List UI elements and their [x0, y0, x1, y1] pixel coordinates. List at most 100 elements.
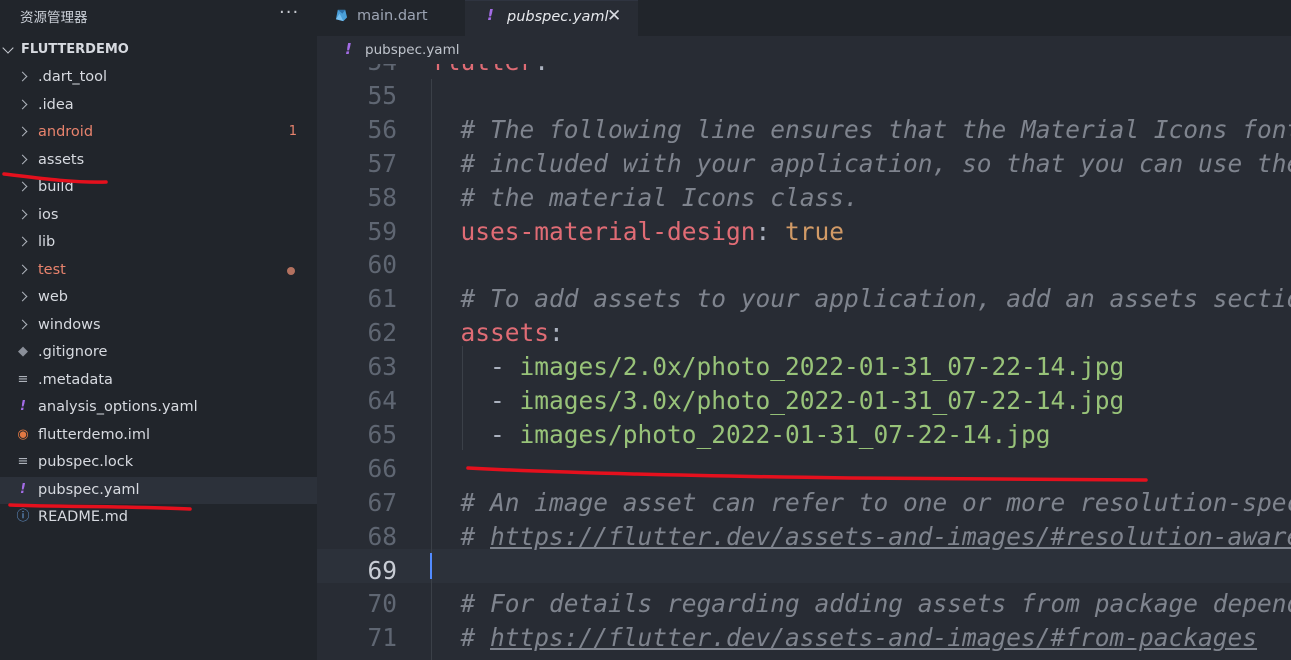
code-line: 61 # To add assets to your application, …	[317, 282, 1291, 316]
more-actions-icon[interactable]: ···	[279, 2, 299, 23]
tree-item-label: ios	[38, 206, 59, 223]
code-token: https://flutter.dev/assets-and-images/#f…	[490, 623, 1258, 653]
code-line: 69	[317, 554, 1291, 588]
tab-label: pubspec.yaml	[507, 9, 609, 25]
tree-item-label: flutterdemo.iml	[38, 426, 150, 443]
code-text: # For details regarding adding assets fr…	[431, 587, 1291, 621]
code-token: # An image asset can refer to one or mor…	[460, 487, 1291, 517]
yaml-icon: !	[20, 399, 26, 414]
line-number: 65	[367, 419, 397, 449]
code-text: - images/2.0x/photo_2022-01-31_07-22-14.…	[431, 350, 1124, 384]
chevron-right-icon	[17, 264, 28, 274]
line-number: 69	[367, 555, 397, 585]
tree-item-lib[interactable]: lib	[0, 229, 317, 257]
tree-item-test[interactable]: test	[0, 257, 317, 285]
line-number: 62	[367, 318, 397, 348]
tab-pubspec-yaml[interactable]: ! pubspec.yaml ✕	[465, 0, 638, 37]
tree-item-label: .idea	[38, 96, 74, 113]
code-token: # The following line ensures that the Ma…	[431, 114, 1291, 144]
tree-item-flutterdemo-iml[interactable]: ◉ flutterdemo.iml	[0, 422, 317, 450]
tree-item-assets[interactable]: assets	[0, 147, 317, 175]
code-line: 57 # included with your application, so …	[317, 147, 1291, 181]
code-text: # included with your application, so tha…	[431, 147, 1291, 181]
code-line: 68 # https://flutter.dev/assets-and-imag…	[317, 520, 1291, 554]
code-token: -	[431, 419, 520, 449]
tree-item-android[interactable]: android 1	[0, 119, 317, 147]
tab-label: main.dart	[357, 8, 428, 24]
chevron-right-icon	[17, 99, 28, 109]
tab-main-dart[interactable]: main.dart	[317, 0, 465, 36]
chevron-right-icon	[17, 154, 28, 164]
tree-item-analysis-options-yaml[interactable]: ! analysis_options.yaml	[0, 394, 317, 422]
line-number: 54	[317, 64, 397, 79]
line-number: 67	[367, 487, 397, 517]
code-line: 65 - images/photo_2022-01-31_07-22-14.jp…	[317, 418, 1291, 452]
code-line: 71 # https://flutter.dev/assets-and-imag…	[317, 621, 1291, 655]
line-number: 56	[367, 114, 397, 144]
tree-item-label: .dart_tool	[38, 69, 108, 85]
tree-item-label: pubspec.lock	[38, 454, 134, 470]
tree-item-idea[interactable]: .idea	[0, 92, 317, 120]
code-token: # For details regarding adding assets fr…	[460, 589, 1291, 619]
tree-item-windows[interactable]: windows	[0, 312, 317, 340]
code-text: assets:	[431, 316, 564, 350]
line-number: 58	[367, 182, 397, 212]
breadcrumb-file[interactable]: pubspec.yaml	[365, 42, 459, 58]
line-number: 60	[367, 250, 397, 280]
code-text: - images/photo_2022-01-31_07-22-14.jpg	[431, 418, 1051, 452]
lines-icon: ≡	[17, 371, 29, 387]
code-line: 64 - images/3.0x/photo_2022-01-31_07-22-…	[317, 384, 1291, 418]
tree-item-dart-tool[interactable]: .dart_tool	[0, 64, 317, 92]
code-line: 59 uses-material-design: true	[317, 215, 1291, 249]
tree-item-label: lib	[38, 234, 56, 250]
tree-item-readme-md[interactable]: ⓘ README.md	[0, 504, 317, 532]
code-line: 66	[317, 452, 1291, 486]
tree-item-web[interactable]: web	[0, 284, 317, 312]
line-number: 72	[317, 655, 397, 660]
tree-item-metadata[interactable]: ≡ .metadata	[0, 367, 317, 395]
chevron-right-icon	[17, 181, 28, 192]
code-line: 70 # For details regarding adding assets…	[317, 587, 1291, 621]
tree-item-gitignore[interactable]: ◆ .gitignore	[0, 339, 317, 367]
code-token: #	[431, 623, 491, 653]
tree-item-pubspec-lock[interactable]: ≡ pubspec.lock	[0, 449, 317, 477]
code-line: 67 # An image asset can refer to one or …	[317, 486, 1291, 520]
text-caret	[430, 553, 432, 579]
yaml-icon: !	[345, 40, 352, 58]
code-editor[interactable]: 54flutter:5556 # The following line ensu…	[317, 64, 1291, 660]
yaml-icon: !	[20, 481, 26, 497]
line-number: 70	[367, 589, 397, 619]
modified-dot	[287, 266, 295, 275]
code-line: 63 - images/2.0x/photo_2022-01-31_07-22-…	[317, 350, 1291, 384]
code-token: assets	[460, 318, 550, 348]
explorer-title: 资源管理器	[20, 10, 88, 26]
tree-item-label: .gitignore	[38, 344, 108, 360]
tree-item-label: windows	[38, 316, 101, 333]
close-icon[interactable]: ✕	[607, 6, 621, 26]
explorer-sidebar: 资源管理器 ··· FLUTTERDEMO .dart_tool .idea and…	[0, 0, 317, 660]
line-number: 57	[367, 148, 397, 178]
code-text: # the material Icons class.	[431, 181, 859, 215]
line-number: 71	[367, 623, 397, 653]
chevron-right-icon	[17, 236, 28, 247]
line-number: 61	[367, 284, 397, 314]
tree-item-pubspec-yaml[interactable]: ! pubspec.yaml	[0, 476, 317, 504]
line-number: 63	[367, 352, 397, 382]
tree-item-label: android	[38, 124, 94, 140]
git-icon: ◆	[18, 344, 28, 359]
code-text: # https://flutter.dev/assets-and-images/…	[431, 621, 1258, 655]
project-folder-row[interactable]: FLUTTERDEMO	[0, 38, 317, 64]
chevron-right-icon	[17, 71, 28, 82]
tree-item-label: .metadata	[38, 371, 113, 388]
tree-item-ios[interactable]: ios	[0, 202, 317, 230]
dart-icon	[335, 9, 348, 22]
line-number: 59	[367, 216, 397, 246]
project-name: FLUTTERDEMO	[21, 42, 129, 57]
line-number: 55	[367, 80, 397, 110]
code-text: # An image asset can refer to one or mor…	[431, 486, 1291, 520]
code-line: 55	[317, 79, 1291, 113]
tree-item-label: build	[38, 179, 74, 195]
code-line: 60	[317, 248, 1291, 282]
line-number: 66	[367, 453, 397, 483]
tree-item-build[interactable]: build	[0, 174, 317, 202]
